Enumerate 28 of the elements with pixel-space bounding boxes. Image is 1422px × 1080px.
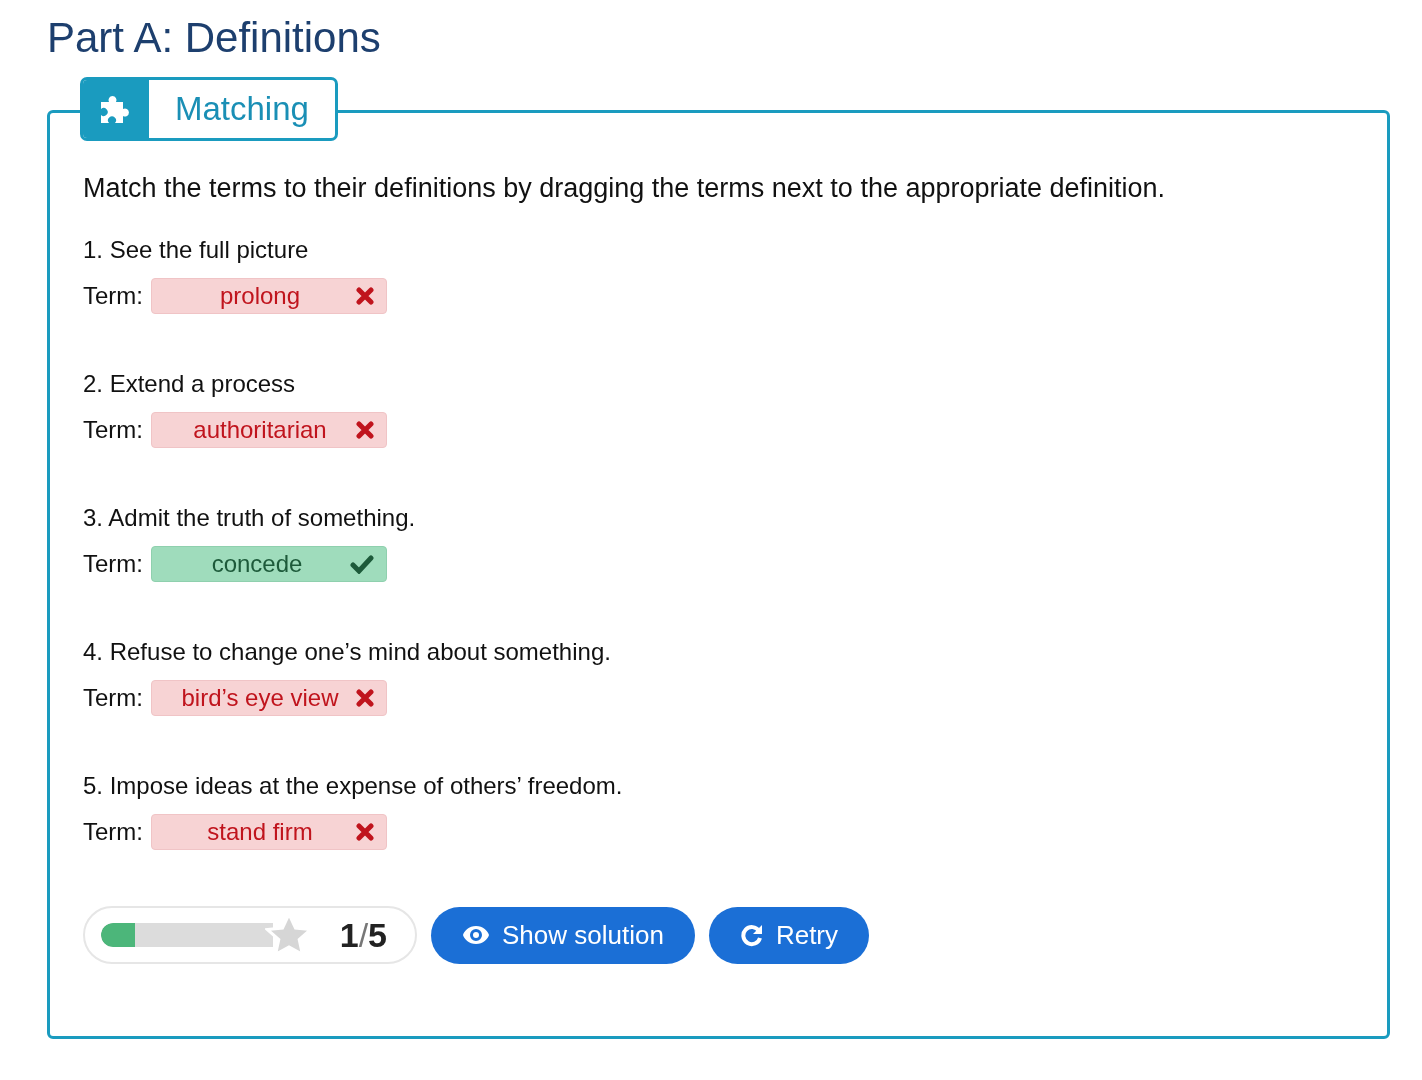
- term-chip[interactable]: prolong: [151, 278, 387, 314]
- term-chip[interactable]: concede: [151, 546, 387, 582]
- check-icon: [350, 554, 374, 574]
- cross-icon: [356, 689, 374, 707]
- redo-icon: [739, 923, 764, 947]
- term-label: Term:: [83, 282, 143, 310]
- cross-icon: [356, 823, 374, 841]
- term-label: Term:: [83, 684, 143, 712]
- show-solution-button[interactable]: Show solution: [431, 906, 695, 964]
- cross-icon: [356, 421, 374, 439]
- definition: 3. Admit the truth of something.: [83, 504, 417, 532]
- term-label: Term:: [83, 550, 143, 578]
- definition: 4. Refuse to change one’s mind about something.: [83, 638, 612, 666]
- tab-label: Matching: [174, 89, 310, 129]
- instructions: Match the terms to their definitions by dragging the terms next to the appropriate definition.: [83, 173, 1167, 204]
- page-heading: Part A: Definitions: [47, 14, 382, 62]
- definition: 5. Impose ideas at the expense of others’ freedom.: [83, 772, 624, 800]
- term-chip[interactable]: stand firm: [151, 814, 387, 850]
- definition: 2. Extend a process: [83, 370, 297, 398]
- term-label: Term:: [83, 818, 143, 846]
- definition: 1. See the full picture: [83, 236, 310, 264]
- term-label: Term:: [83, 416, 143, 444]
- term-chip[interactable]: authoritarian: [151, 412, 387, 448]
- eye-icon: [462, 925, 490, 945]
- retry-button[interactable]: Retry: [708, 906, 869, 964]
- score-text: 1/5: [339, 915, 387, 955]
- term-chip[interactable]: bird’s eye view: [151, 680, 387, 716]
- cross-icon: [356, 287, 374, 305]
